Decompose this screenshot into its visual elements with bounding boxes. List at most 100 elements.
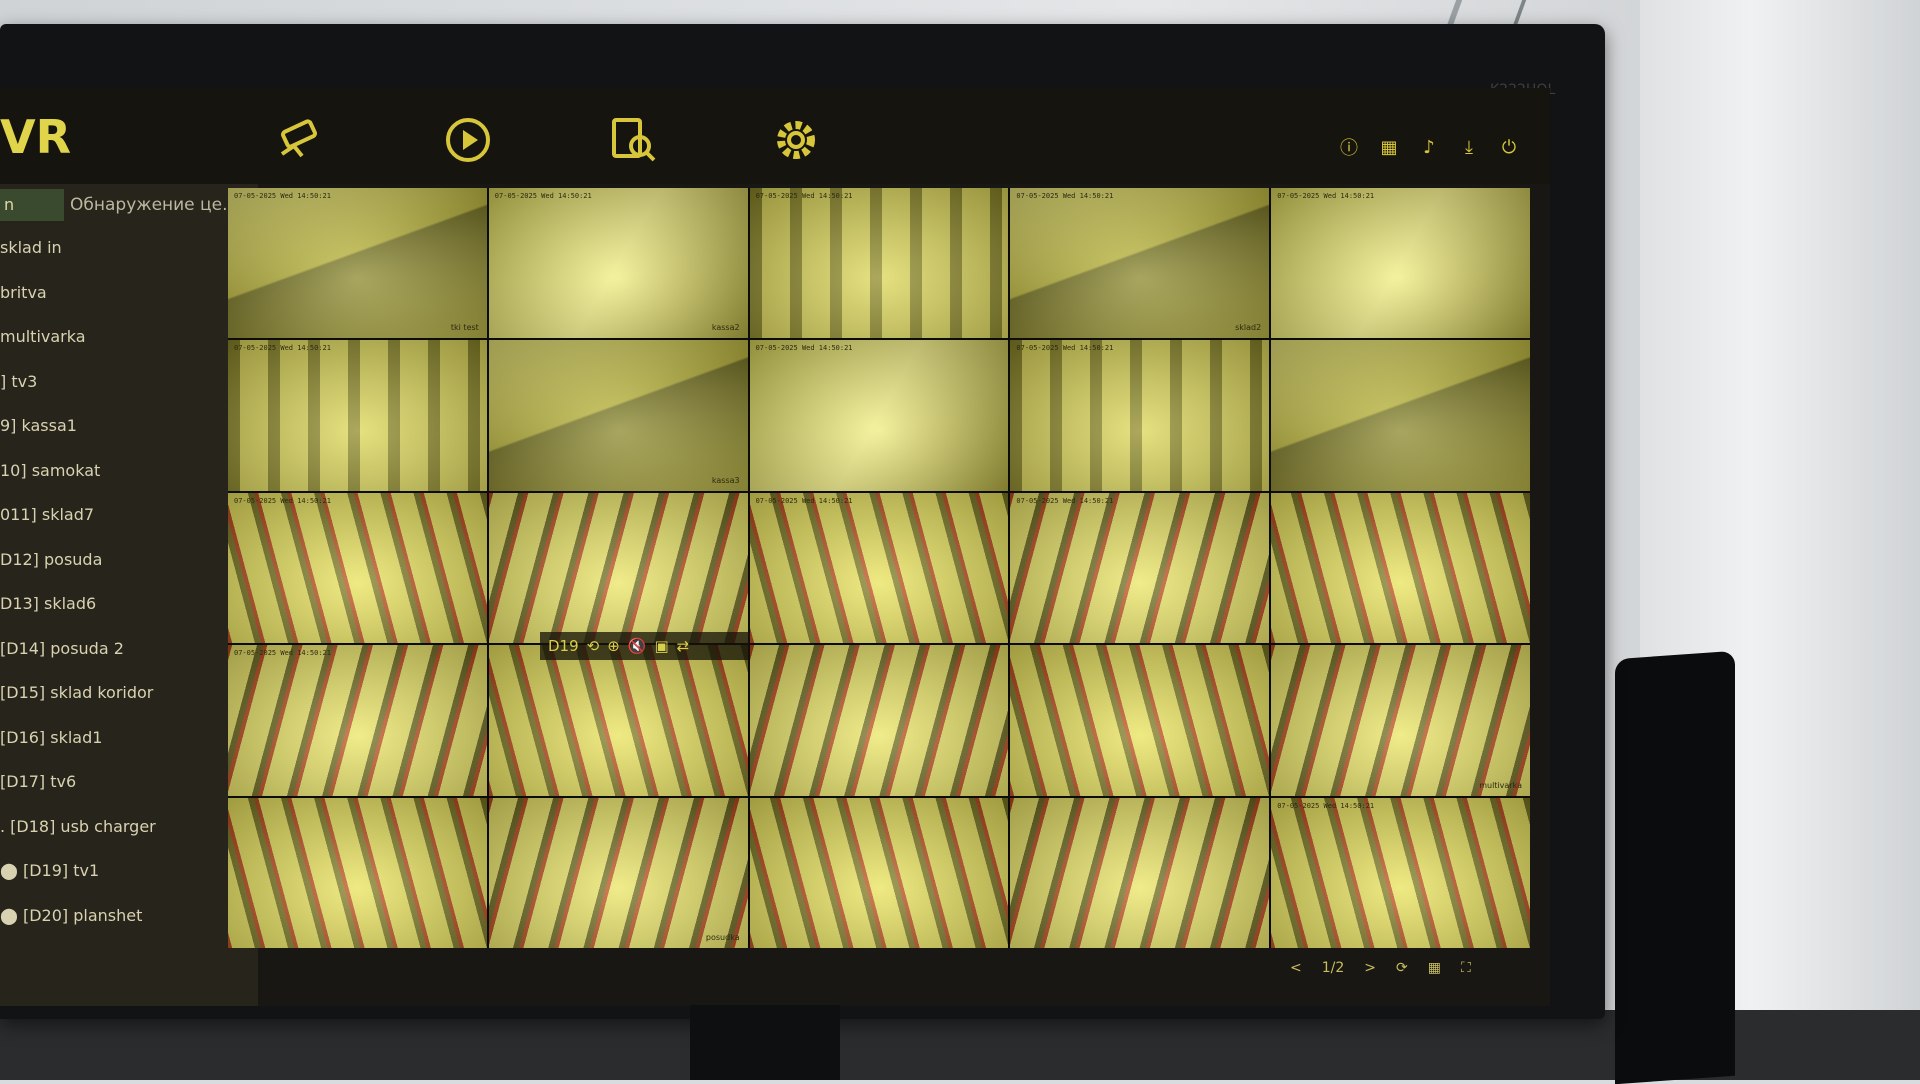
camera-list-item[interactable]: ] tv3	[0, 360, 258, 405]
prev-page-button[interactable]: <	[1290, 960, 1302, 976]
camera-list-item[interactable]: [D14] posuda 2	[0, 627, 258, 672]
tile-shading	[228, 340, 487, 490]
tile-shading	[489, 340, 748, 490]
video-grid: 07-05-2025 Wed 14:50:21tki test07-05-202…	[228, 188, 1530, 948]
layout-icon[interactable]: ▦	[1428, 960, 1441, 976]
camera-list-item[interactable]: 011] sklad7	[0, 493, 258, 538]
app-logo: VR	[0, 110, 71, 164]
tile-camera-name: kassa3	[712, 476, 740, 485]
camera-list-item[interactable]: 10] samokat	[0, 449, 258, 494]
playback-button[interactable]	[436, 108, 500, 172]
cycle-icon[interactable]: ⟳	[1396, 960, 1408, 976]
tile-timestamp: 07-05-2025 Wed 14:50:21	[495, 192, 592, 200]
tile-timestamp: 07-05-2025 Wed 14:50:21	[756, 192, 853, 200]
camera-tile[interactable]	[1010, 798, 1269, 948]
camera-tile[interactable]: 07-05-2025 Wed 14:50:21tki test	[228, 188, 487, 338]
playback-icon	[442, 114, 494, 166]
camera-list-item[interactable]: sklad in	[0, 226, 258, 271]
tile-camera-name: multivarka	[1479, 781, 1522, 790]
download-icon: ⤓	[1465, 137, 1473, 158]
tile-shading	[750, 645, 1009, 795]
tile-shading	[1271, 645, 1530, 795]
nvr-screen: VR ⓘ ▦ ♪ ⤓ ⏻ n Обн	[0, 88, 1550, 1006]
tile-shading	[489, 645, 748, 795]
next-page-button[interactable]: >	[1364, 960, 1376, 976]
camera-tile[interactable]: 07-05-2025 Wed 14:50:21	[228, 340, 487, 490]
tile-shading	[750, 493, 1009, 643]
power-icon: ⏻	[1502, 137, 1516, 158]
channel-toolbar: D19 ⟲ ⊕ 🔇 ▣ ⇄	[540, 632, 750, 660]
camera-tile[interactable]	[489, 493, 748, 643]
camera-tile[interactable]	[489, 645, 748, 795]
camera-tile[interactable]: posudka	[489, 798, 748, 948]
tile-camera-name: posudka	[706, 933, 740, 942]
switch-icon[interactable]: ⇄	[677, 637, 690, 655]
tile-timestamp: 07-05-2025 Wed 14:50:21	[234, 649, 331, 657]
live-view-button[interactable]	[270, 108, 334, 172]
camera-tile[interactable]: 07-05-2025 Wed 14:50:21sklad2	[1010, 188, 1269, 338]
camera-list-item[interactable]: [D15] sklad koridor	[0, 671, 258, 716]
settings-button[interactable]	[764, 108, 828, 172]
camera-tile[interactable]	[1010, 645, 1269, 795]
camera-list-item[interactable]: ⬤ [D20] planshet	[0, 894, 258, 939]
camera-tile[interactable]: 07-05-2025 Wed 14:50:21	[750, 340, 1009, 490]
camera-list-item[interactable]: D12] posuda	[0, 538, 258, 583]
tile-shading	[1010, 798, 1269, 948]
camera-list-item[interactable]: 9] kassa1	[0, 404, 258, 449]
camera-tile[interactable]: 07-05-2025 Wed 14:50:21	[750, 493, 1009, 643]
tab-channels[interactable]: n	[0, 189, 64, 221]
tile-shading	[1010, 493, 1269, 643]
camera-tile[interactable]: kassa3	[489, 340, 748, 490]
camera-tile[interactable]	[228, 798, 487, 948]
search-button[interactable]	[600, 108, 664, 172]
camera-tile[interactable]: 07-05-2025 Wed 14:50:21	[228, 493, 487, 643]
camera-tile[interactable]	[750, 645, 1009, 795]
tile-camera-name: kassa2	[712, 323, 740, 332]
tile-shading	[1010, 188, 1269, 338]
toolbar-right: ⓘ ▦ ♪ ⤓ ⏻	[1338, 136, 1520, 158]
tile-shading	[750, 798, 1009, 948]
power-button[interactable]: ⏻	[1498, 136, 1520, 158]
camera-tile[interactable]: 07-05-2025 Wed 14:50:21	[1010, 340, 1269, 490]
camera-tile[interactable]: 07-05-2025 Wed 14:50:21 kassa2	[489, 188, 748, 338]
tile-camera-name: sklad2	[1235, 323, 1261, 332]
tile-shading	[1271, 340, 1530, 490]
camera-tile[interactable]: 07-05-2025 Wed 14:50:21	[228, 645, 487, 795]
tab-detection[interactable]: Обнаружение це...	[70, 195, 238, 215]
tile-shading	[1010, 645, 1269, 795]
camera-tile[interactable]	[750, 798, 1009, 948]
camera-tile[interactable]: 07-05-2025 Wed 14:50:21	[750, 188, 1009, 338]
camera-tile[interactable]: multivarka	[1271, 645, 1530, 795]
camera-tile[interactable]: 07-05-2025 Wed 14:50:21	[1271, 188, 1530, 338]
snapshot-icon[interactable]: ▣	[654, 637, 668, 655]
tile-timestamp: 07-05-2025 Wed 14:50:21	[1016, 344, 1113, 352]
tile-timestamp: 07-05-2025 Wed 14:50:21	[1016, 497, 1113, 505]
zoom-icon[interactable]: ⊕	[607, 637, 620, 655]
camera-list-item[interactable]: D13] sklad6	[0, 582, 258, 627]
camera-tile[interactable]	[1271, 340, 1530, 490]
camera-tile[interactable]	[1271, 493, 1530, 643]
camera-list-item[interactable]: . [D18] usb charger	[0, 805, 258, 850]
camera-list: sklad inbritvamultivarka] tv39] kassa110…	[0, 226, 258, 938]
alarm-button[interactable]: ♪	[1418, 136, 1440, 158]
bell-icon: ♪	[1423, 137, 1435, 158]
tile-shading	[228, 645, 487, 795]
camera-list-item[interactable]: [D17] tv6	[0, 760, 258, 805]
fullscreen-icon[interactable]: ⛶	[1461, 960, 1471, 976]
export-button[interactable]: ⤓	[1458, 136, 1480, 158]
camera-list-item[interactable]: [D16] sklad1	[0, 716, 258, 761]
info-button[interactable]: ⓘ	[1338, 136, 1360, 158]
tile-shading	[1010, 340, 1269, 490]
tile-shading	[489, 493, 748, 643]
camera-list-item[interactable]: multivarka	[0, 315, 258, 360]
tile-timestamp: 07-05-2025 Wed 14:50:21	[756, 344, 853, 352]
mute-icon[interactable]: 🔇	[628, 637, 647, 655]
monitor-bezel: K222HQL VR ⓘ ▦ ♪ ⤓ ⏻	[0, 24, 1605, 1019]
camera-tile[interactable]: 07-05-2025 Wed 14:50:21	[1010, 493, 1269, 643]
rotate-icon[interactable]: ⟲	[587, 637, 600, 655]
camera-list-item[interactable]: ⬤ [D19] tv1	[0, 849, 258, 894]
camera-list-item[interactable]: britva	[0, 271, 258, 316]
qr-button[interactable]: ▦	[1378, 136, 1400, 158]
tile-shading	[489, 188, 748, 338]
camera-tile[interactable]: 07-05-2025 Wed 14:50:21	[1271, 798, 1530, 948]
